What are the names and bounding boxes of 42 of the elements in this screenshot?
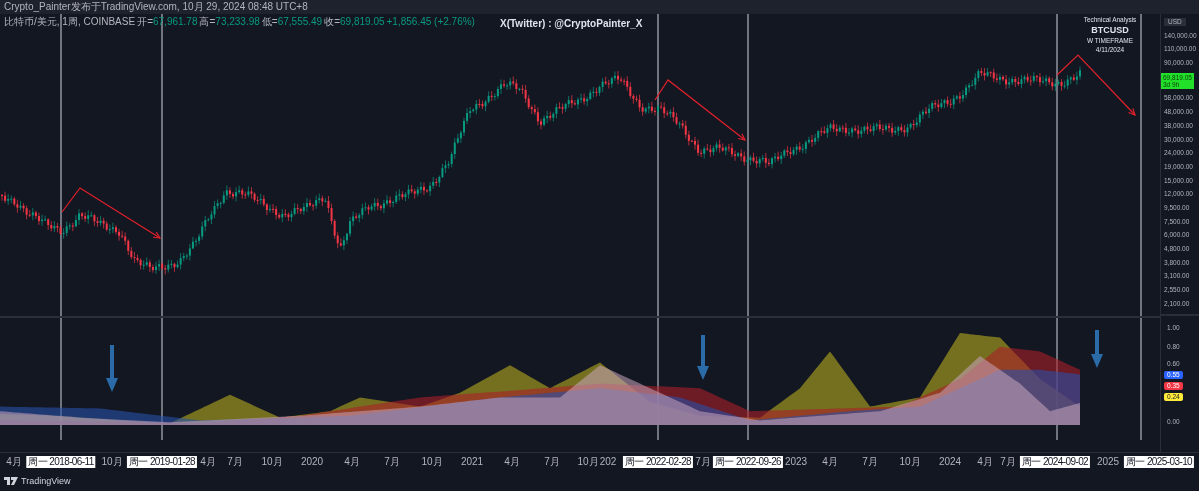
symbol-label: 比特币/美元, 1周, COINBASE xyxy=(4,15,136,29)
date-marker: 周一 2022-09-26 xyxy=(712,456,784,468)
date-marker: 周一 2024-09-02 xyxy=(1019,456,1091,468)
time-tick: 4月 xyxy=(200,456,216,468)
time-tick: 4月 xyxy=(6,456,22,468)
logo-icon xyxy=(4,477,18,485)
time-tick: 7月 xyxy=(862,456,878,468)
time-tick: 2023 xyxy=(784,456,808,468)
time-tick: 2024 xyxy=(938,456,962,468)
time-tick: 4月 xyxy=(977,456,993,468)
price-change: +1,856.45 (+2.76%) xyxy=(386,16,475,27)
annotation-text: BTCUSD xyxy=(1091,25,1129,35)
time-tick: 2021 xyxy=(460,456,484,468)
time-tick: 10月 xyxy=(261,456,283,468)
date-marker: 周一 2022-02-28 xyxy=(622,456,694,468)
time-tick: 10月 xyxy=(577,456,599,468)
time-tick: 10月 xyxy=(101,456,123,468)
date-marker: 周一 2025-03-10 xyxy=(1123,456,1195,468)
time-tick: 7月 xyxy=(544,456,560,468)
time-tick: 7月 xyxy=(695,456,711,468)
date-marker: 周一 2018-06-11 xyxy=(26,456,96,468)
time-tick: 4月 xyxy=(344,456,360,468)
time-tick: 7月 xyxy=(227,456,243,468)
down-arrow xyxy=(1091,330,1103,368)
time-tick: 10月 xyxy=(899,456,921,468)
time-tick: 7月 xyxy=(1000,456,1016,468)
time-tick: 4月 xyxy=(504,456,520,468)
time-tick: 2025 xyxy=(1096,456,1120,468)
down-arrow xyxy=(697,335,709,380)
time-tick: 7月 xyxy=(384,456,400,468)
author-note: X(Twitter) : @CryptoPainter_X xyxy=(500,18,643,29)
date-marker: 周一 2019-01-28 xyxy=(126,456,198,468)
time-tick: 4月 xyxy=(822,456,838,468)
ohlc-value: 高=73,233.98 xyxy=(199,15,260,29)
time-tick: 2020 xyxy=(300,456,324,468)
ohlc-value: 收=69,819.05 xyxy=(324,15,385,29)
time-tick: 202 xyxy=(599,456,617,468)
ohlc-value: 低=67,555.49 xyxy=(261,15,323,29)
brand-name: TradingView xyxy=(21,476,71,486)
chart-title: Crypto_Painter发布于TradingView.com, 10月 29, 2024 08:48 UTC+8 xyxy=(4,0,308,14)
time-tick: 10月 xyxy=(421,456,443,468)
down-arrow xyxy=(106,345,118,392)
